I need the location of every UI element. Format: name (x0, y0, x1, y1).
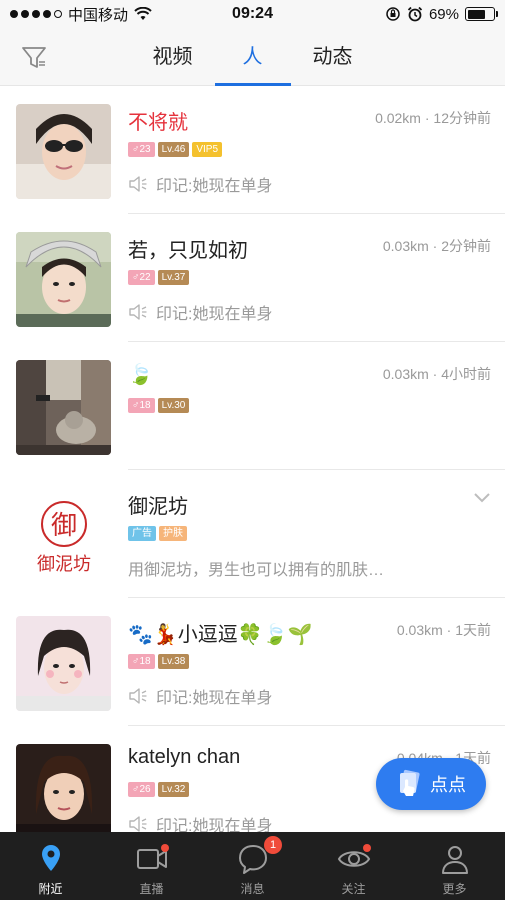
note-text: 印记:她现在单身 (156, 178, 273, 195)
logo-text: 御泥坊 (37, 554, 91, 575)
distance-time: 0.03km · 2分钟前 (382, 238, 491, 254)
user-note: 印记:她现在单身 (128, 172, 272, 196)
age-badge: ♂23 (128, 142, 155, 157)
avatar[interactable] (16, 104, 111, 199)
dian-dian-button[interactable]: 点点 (376, 758, 486, 810)
distance-time: 0.03km · 4小时前 (382, 366, 491, 382)
level-badge: Lv.38 (157, 654, 190, 669)
carrier-label: 中国移动 (68, 6, 129, 24)
speaker-icon (129, 688, 147, 704)
age-badge: ♂18 (128, 654, 155, 669)
brand-logo[interactable]: 御 御泥坊 (16, 488, 111, 583)
ad-item[interactable]: 御 御泥坊 御泥坊 广告 护肤 用御泥坊，男生也可以拥有的肌肤… (0, 470, 505, 598)
status-right: 69% (385, 5, 498, 23)
signal-icon (10, 10, 62, 18)
speaker-icon (129, 176, 147, 192)
vip-badge: VIP5 (192, 142, 223, 157)
avatar[interactable] (16, 616, 111, 711)
note-text: 印记:她现在单身 (156, 818, 273, 832)
distance-time: 0.02km · 12分钟前 (375, 110, 491, 126)
user-note: 印记:她现在单身 (128, 812, 272, 832)
user-name: 若，只见如初 (128, 240, 248, 262)
note-text: 印记:她现在单身 (156, 690, 273, 707)
notification-dot (363, 844, 371, 852)
unread-badge: 1 (264, 836, 282, 854)
tab-following[interactable]: 关注 (303, 832, 404, 900)
notification-dot (161, 844, 169, 852)
ad-description: 用御泥坊，男生也可以拥有的肌肤… (128, 562, 385, 579)
location-pin-icon (41, 845, 60, 871)
speaker-icon (129, 304, 147, 320)
status-bar: 中国移动 09:24 69% (0, 0, 505, 28)
user-tags: ♂23 Lv.46 VIP5 (128, 142, 223, 157)
tab-live-label: 直播 (139, 882, 164, 896)
alarm-icon (407, 6, 423, 22)
list-item[interactable]: 🐾💃小逗逗🍀🍃🌱 0.03km · 1天前 ♂18 Lv.38 印记:她现在单身 (0, 598, 505, 726)
battery-percent: 69% (428, 5, 459, 23)
user-tags: ♂18 Lv.38 (128, 654, 190, 669)
tab-more-label: 更多 (442, 882, 467, 896)
level-badge: Lv.37 (157, 270, 190, 285)
user-tags: ♂26 Lv.32 (128, 782, 190, 797)
user-name: 不将就 (128, 112, 188, 134)
user-name: katelyn chan (128, 746, 241, 768)
level-badge: Lv.32 (157, 782, 190, 797)
swipe-card-icon (400, 769, 420, 796)
avatar[interactable] (16, 232, 111, 327)
list-item[interactable]: 不将就 0.02km · 12分钟前 ♂23 Lv.46 VIP5 印记:她现在… (0, 86, 505, 214)
bottom-tab-bar: 附近 直播 消息 1 关注 更多 (0, 832, 505, 900)
list-item[interactable]: 🍃 0.03km · 4小时前 ♂18 Lv.30 (0, 342, 505, 470)
tab-nearby[interactable]: 附近 (0, 832, 101, 900)
top-nav: 视频 人 动态 (0, 28, 505, 86)
user-profile-icon (441, 846, 468, 874)
user-tags: ♂18 Lv.30 (128, 398, 190, 413)
user-name: 🍃 (128, 364, 153, 386)
tab-bar-top: 视频 人 动态 (0, 28, 505, 86)
avatar[interactable] (16, 360, 111, 455)
status-left: 中国移动 (10, 4, 152, 25)
battery-icon (465, 7, 498, 21)
list-item[interactable]: 若，只见如初 0.03km · 2分钟前 ♂22 Lv.37 印记:她现在单身 (0, 214, 505, 342)
level-badge: Lv.30 (157, 398, 190, 413)
age-badge: ♂22 (128, 270, 155, 285)
ad-badge: 广告 (128, 526, 156, 541)
nearby-people-list: 不将就 0.02km · 12分钟前 ♂23 Lv.46 VIP5 印记:她现在… (0, 86, 505, 832)
speaker-icon (129, 816, 147, 832)
level-badge: Lv.46 (157, 142, 190, 157)
user-tags: ♂22 Lv.37 (128, 270, 190, 285)
ad-tags: 广告 护肤 (128, 526, 187, 541)
tab-people[interactable]: 人 (213, 28, 293, 86)
age-badge: ♂26 (128, 782, 155, 797)
dian-dian-label: 点点 (430, 775, 466, 795)
logo-char: 御 (51, 511, 77, 541)
rotation-lock-icon (386, 7, 400, 21)
status-time: 09:24 (232, 5, 273, 22)
user-name: 🐾💃小逗逗🍀🍃🌱 (128, 624, 313, 646)
chevron-down-icon[interactable] (473, 492, 491, 504)
user-note: 印记:她现在单身 (128, 300, 272, 324)
brand-name: 御泥坊 (128, 496, 188, 518)
tab-messages-label: 消息 (240, 882, 265, 896)
tab-more[interactable]: 更多 (404, 832, 505, 900)
avatar[interactable] (16, 744, 111, 832)
tab-messages[interactable]: 消息 1 (202, 832, 303, 900)
tab-following-label: 关注 (341, 882, 366, 896)
wifi-icon (134, 7, 152, 20)
age-badge: ♂18 (128, 398, 155, 413)
note-text: 印记:她现在单身 (156, 306, 273, 323)
tab-nearby-label: 附近 (38, 882, 63, 896)
distance-time: 0.03km · 1天前 (396, 622, 491, 638)
tab-moments[interactable]: 动态 (293, 28, 373, 86)
user-note: 印记:她现在单身 (128, 684, 272, 708)
tab-live[interactable]: 直播 (101, 832, 202, 900)
category-badge: 护肤 (159, 526, 187, 541)
tab-video[interactable]: 视频 (133, 28, 213, 86)
